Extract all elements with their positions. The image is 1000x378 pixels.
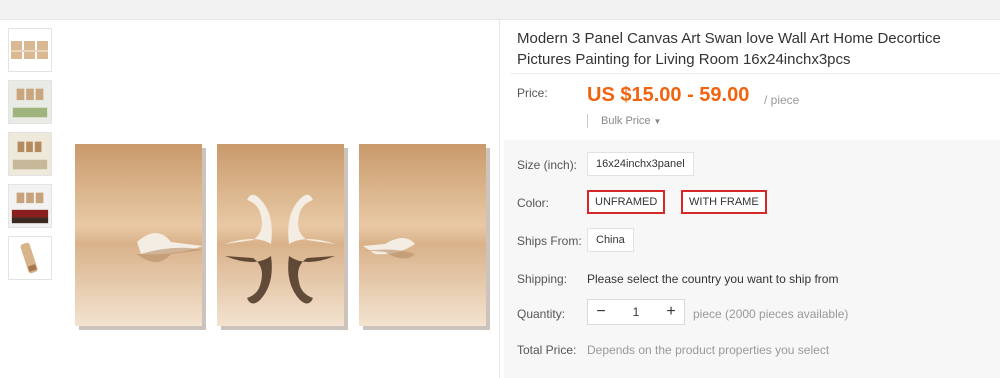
- color-label: Color:: [517, 196, 550, 210]
- room-thumb-image: [9, 81, 51, 123]
- thumbnail-list: [8, 28, 54, 288]
- quantity-input[interactable]: [614, 300, 658, 324]
- price-label: Price:: [517, 86, 548, 100]
- main-product-image: [75, 144, 490, 339]
- shipping-text[interactable]: Please select the country you want to sh…: [587, 272, 838, 286]
- product-properties: Size (inch): 16x24inchx3panel Color: UNF…: [504, 140, 1000, 378]
- sofa-thumb-image: [9, 133, 51, 175]
- thumbnail-3-panel-swan[interactable]: [8, 28, 52, 72]
- panel-left: [75, 144, 206, 330]
- product-title: Modern 3 Panel Canvas Art Swan love Wall…: [517, 30, 941, 68]
- color-option-unframed[interactable]: UNFRAMED: [587, 190, 666, 214]
- panel-right: [359, 144, 490, 330]
- quantity-stepper: − +: [587, 299, 685, 325]
- quantity-availability: piece (2000 pieces available): [693, 307, 849, 321]
- product-gallery: [0, 20, 500, 378]
- ships-from-option[interactable]: China: [587, 228, 634, 252]
- thumbnail-sofa-room[interactable]: [8, 132, 52, 176]
- red-room-thumb-image: [9, 185, 51, 227]
- product-info: Modern 3 Panel Canvas Art Swan love Wall…: [500, 20, 1000, 378]
- roll-thumb-image: [9, 237, 51, 279]
- price-value: US $15.00 - 59.00: [587, 84, 750, 106]
- thumbnail-canvas-roll[interactable]: [8, 236, 52, 280]
- quantity-decrease-button[interactable]: −: [588, 300, 614, 324]
- color-option-with-frame[interactable]: WITH FRAME: [681, 190, 767, 214]
- top-bar: [0, 0, 1000, 20]
- bulk-price-label: Bulk Price: [601, 115, 651, 127]
- total-price-text: Depends on the product properties you se…: [587, 343, 830, 357]
- price-unit: / piece: [764, 93, 800, 107]
- panel-thumb-image: [11, 41, 48, 59]
- bulk-price-dropdown[interactable]: Bulk Price ▼: [587, 114, 661, 128]
- total-price-label: Total Price:: [517, 343, 577, 357]
- ships-from-label: Ships From:: [517, 234, 582, 248]
- thumbnail-living-room[interactable]: [8, 80, 52, 124]
- quantity-increase-button[interactable]: +: [658, 300, 684, 324]
- size-option[interactable]: 16x24inchx3panel: [587, 152, 694, 176]
- size-label: Size (inch):: [517, 158, 578, 172]
- title-separator: [510, 73, 1000, 74]
- thumbnail-red-room[interactable]: [8, 184, 52, 228]
- panel-center: [217, 144, 348, 330]
- quantity-label: Quantity:: [517, 307, 566, 321]
- caret-down-icon: ▼: [653, 117, 662, 126]
- shipping-label: Shipping:: [517, 272, 568, 286]
